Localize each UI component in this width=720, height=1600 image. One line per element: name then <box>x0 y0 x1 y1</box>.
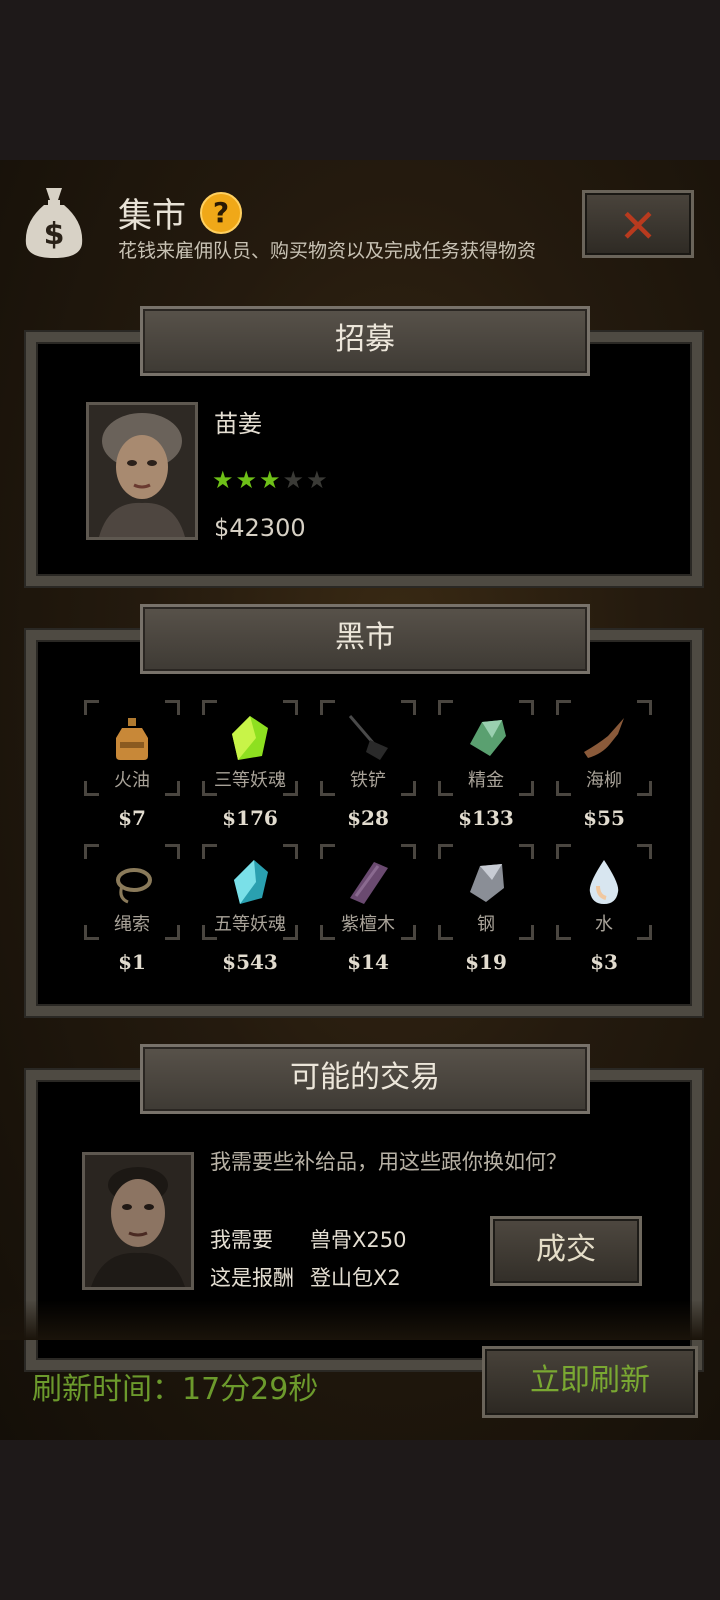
market-item-name: 火油 <box>114 770 150 791</box>
slot-corner <box>84 844 99 859</box>
close-button[interactable]: ✕ <box>582 190 694 258</box>
refresh-now-button[interactable]: 立即刷新 <box>482 1346 698 1418</box>
man-portrait-icon <box>85 1155 191 1287</box>
market-item-price: $7 <box>118 806 146 830</box>
slot-corner <box>401 700 416 715</box>
market-item-name: 精金 <box>468 770 504 791</box>
market-item[interactable]: 三等妖魂 $176 <box>202 700 298 830</box>
slot-corner <box>556 844 571 859</box>
slot-corner <box>202 700 217 715</box>
trade-section-title: 可能的交易 <box>140 1044 590 1114</box>
market-item-price: $543 <box>222 950 278 974</box>
market-item[interactable]: 水 $3 <box>556 844 652 974</box>
green-crystal-icon <box>232 716 268 760</box>
slot-corner <box>84 700 99 715</box>
market-item-price: $19 <box>465 950 507 974</box>
slot-corner <box>401 844 416 859</box>
market-item-name: 三等妖魂 <box>214 770 286 791</box>
market-item[interactable]: 五等妖魂 $543 <box>202 844 298 974</box>
trader-portrait[interactable] <box>82 1152 194 1290</box>
deal-button[interactable]: 成交 <box>490 1216 642 1286</box>
steel-icon <box>470 864 504 902</box>
market-item[interactable]: 精金 $133 <box>438 700 534 830</box>
market-item-price: $176 <box>222 806 278 830</box>
recruit-name: 苗姜 <box>214 410 262 438</box>
water-drop-icon <box>589 860 619 904</box>
reward-label: 这是报酬 <box>210 1266 294 1290</box>
market-item-name: 海柳 <box>586 770 622 791</box>
market-item-price: $3 <box>590 950 618 974</box>
oil-bottle-icon <box>116 718 148 760</box>
recruit-price: $42300 <box>214 514 306 542</box>
market-item[interactable]: 绳索 $1 <box>84 844 180 974</box>
star-icon: ★ <box>259 466 283 494</box>
market-item[interactable]: 钢 $19 <box>438 844 534 974</box>
market-item-name: 五等妖魂 <box>214 914 286 935</box>
market-item-name: 水 <box>595 914 613 935</box>
slot-corner <box>438 700 453 715</box>
woman-portrait-icon <box>89 405 195 537</box>
refresh-timer: 刷新时间：17分29秒 <box>32 1372 319 1407</box>
market-item[interactable]: 火油 $7 <box>84 700 180 830</box>
recruit-stars: ★★★★★ <box>212 466 330 494</box>
rope-icon <box>116 868 152 904</box>
market-item-price: $133 <box>458 806 514 830</box>
market-section-title: 黑市 <box>140 604 590 674</box>
market-item[interactable]: 紫檀木 $14 <box>320 844 416 974</box>
recruit-portrait[interactable] <box>86 402 198 540</box>
star-empty-icon: ★ <box>282 466 307 494</box>
ore-icon <box>470 720 506 756</box>
slot-corner <box>202 844 217 859</box>
slot-corner <box>283 844 298 859</box>
market-item-name: 紫檀木 <box>341 914 395 935</box>
blue-crystal-icon <box>234 860 268 904</box>
shovel-icon <box>348 715 388 760</box>
reward-item: 登山包X2 <box>310 1266 401 1290</box>
star-icon: ★ <box>235 466 260 494</box>
market-item[interactable]: 铁铲 $28 <box>320 700 416 830</box>
slot-corner <box>556 700 571 715</box>
slot-corner <box>519 700 534 715</box>
star-empty-icon: ★ <box>306 466 330 494</box>
recruit-section-title: 招募 <box>140 306 590 376</box>
purple-wood-icon <box>350 862 388 904</box>
slot-corner <box>637 700 652 715</box>
slot-corner <box>283 700 298 715</box>
market-item-price: $14 <box>347 950 389 974</box>
trade-message: 我需要些补给品，用这些跟你换如何？ <box>210 1150 567 1174</box>
close-icon: ✕ <box>618 199 658 253</box>
money-bag-icon: $ <box>25 188 83 258</box>
slot-corner <box>519 844 534 859</box>
need-label: 我需要 <box>210 1228 273 1252</box>
star-icon: ★ <box>212 466 236 494</box>
page-title: 集市 <box>118 196 186 236</box>
market-item-name: 钢 <box>477 914 495 935</box>
market-item-price: $28 <box>347 806 389 830</box>
svg-text:$: $ <box>44 217 65 252</box>
help-icon[interactable]: ? <box>200 192 242 234</box>
slot-corner <box>320 844 335 859</box>
market-item-name: 绳索 <box>114 914 150 935</box>
slot-corner <box>165 700 180 715</box>
driftwood-icon <box>584 718 624 758</box>
slot-corner <box>637 844 652 859</box>
market-item-price: $55 <box>583 806 625 830</box>
market-item[interactable]: 海柳 $55 <box>556 700 652 830</box>
slot-corner <box>165 844 180 859</box>
slot-corner <box>320 700 335 715</box>
market-item-name: 铁铲 <box>350 770 386 791</box>
slot-corner <box>438 844 453 859</box>
page-subtitle: 花钱来雇佣队员、购买物资以及完成任务获得物资 <box>118 240 537 262</box>
market-item-price: $1 <box>118 950 146 974</box>
need-item: 兽骨X250 <box>310 1228 407 1252</box>
bottom-fade <box>0 1300 720 1340</box>
